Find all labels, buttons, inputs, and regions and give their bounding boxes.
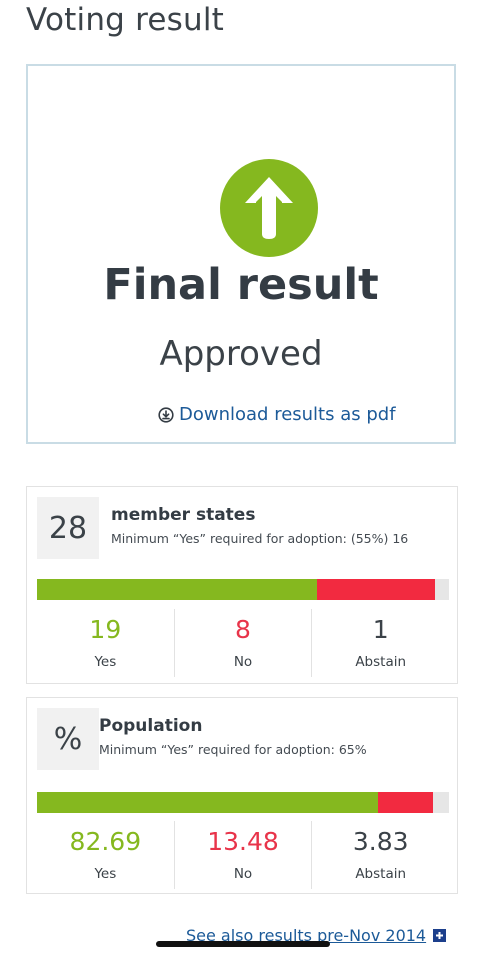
- yes-column: 82.69 Yes: [37, 821, 174, 889]
- yes-count: 19: [89, 615, 122, 644]
- population-vote-counts: 82.69 Yes 13.48 No 3.83 Abstain: [37, 821, 449, 889]
- yes-column: 19 Yes: [37, 609, 174, 677]
- population-percent-badge: %: [37, 708, 99, 770]
- vote-bar-yes-segment: [37, 579, 318, 600]
- vote-bar-yes-segment: [37, 792, 378, 813]
- abstain-column: 1 Abstain: [311, 609, 449, 677]
- download-pdf-link[interactable]: Download results as pdf: [158, 404, 396, 425]
- final-result-title: Final result: [103, 260, 379, 310]
- plus-square-icon: [433, 929, 447, 942]
- abstain-column: 3.83 Abstain: [311, 821, 449, 889]
- vote-bar-no-segment: [317, 579, 435, 600]
- yes-label: Yes: [94, 654, 117, 670]
- member-states-vote-counts: 19 Yes 8 No 1 Abstain: [37, 609, 449, 677]
- no-label: No: [233, 654, 253, 670]
- no-percentage: 13.48: [207, 827, 279, 856]
- abstain-percentage: 3.83: [352, 827, 409, 856]
- yes-label: Yes: [94, 866, 117, 882]
- final-result-panel: Final result Approved Download results a…: [26, 64, 456, 444]
- home-indicator[interactable]: [156, 941, 330, 947]
- member-states-title: member states: [111, 505, 256, 525]
- no-count: 8: [235, 615, 251, 644]
- final-result-status: Approved: [159, 334, 323, 374]
- abstain-label: Abstain: [355, 654, 407, 670]
- abstain-count: 1: [372, 615, 389, 644]
- no-column: 8 No: [173, 609, 312, 677]
- page-title: Voting result: [26, 2, 225, 38]
- population-title: Population: [99, 716, 203, 736]
- population-vote-bar: [37, 792, 449, 813]
- population-card: % Population Minimum “Yes” required for …: [26, 697, 458, 894]
- no-label: No: [233, 866, 253, 882]
- up-arrow-circle-icon: [220, 159, 318, 257]
- member-states-vote-bar: [37, 579, 449, 600]
- member-states-card: 28 member states Minimum “Yes” required …: [26, 486, 458, 684]
- download-pdf-label: Download results as pdf: [179, 404, 396, 425]
- population-threshold: Minimum “Yes” required for adoption: 65%: [99, 742, 367, 757]
- vote-bar-no-segment: [377, 792, 434, 813]
- abstain-label: Abstain: [355, 866, 407, 882]
- download-circle-icon: [158, 406, 174, 423]
- no-column: 13.48 No: [173, 821, 312, 889]
- member-states-threshold: Minimum “Yes” required for adoption: (55…: [111, 531, 409, 546]
- member-states-count-badge: 28: [37, 497, 99, 559]
- yes-percentage: 82.69: [69, 827, 142, 856]
